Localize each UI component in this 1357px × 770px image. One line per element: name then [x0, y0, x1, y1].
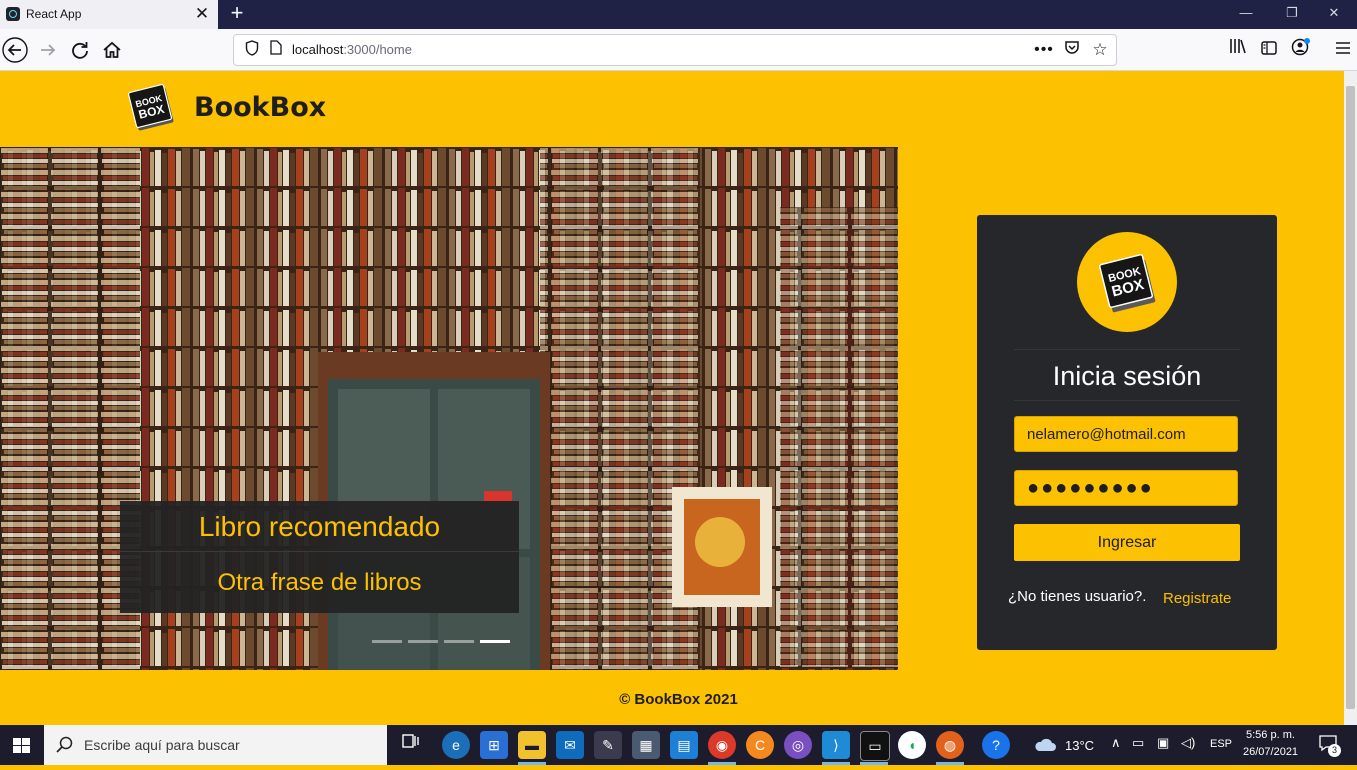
- caption-text: Otra frase de libros: [217, 569, 422, 596]
- search-placeholder: Escribe aquí para buscar: [84, 737, 240, 753]
- caption-title: Libro recomendado: [198, 511, 441, 542]
- new-tab-icon[interactable]: +: [226, 0, 248, 28]
- pocket-icon[interactable]: [1062, 40, 1082, 60]
- clock-time[interactable]: 5:56 p. m.: [1246, 729, 1295, 741]
- url-text[interactable]: localhost:3000/home: [292, 42, 412, 57]
- carousel-indicator-3[interactable]: [444, 640, 474, 643]
- react-favicon-icon: [6, 7, 20, 21]
- no-user-text: ¿No tienes usuario?.: [1008, 588, 1147, 605]
- brand-name[interactable]: BookBox: [194, 92, 326, 123]
- login-title: Inicia sesión: [1052, 361, 1202, 391]
- vscode-icon[interactable]: ⟩: [822, 731, 850, 759]
- reload-icon[interactable]: [67, 37, 93, 63]
- login-card: BOOK BOX Inicia sesión Ingresar ¿No tien…: [977, 215, 1277, 650]
- help-icon[interactable]: ?: [982, 731, 1010, 759]
- carousel-indicator-2[interactable]: [408, 640, 438, 643]
- weather-icon[interactable]: [1033, 736, 1057, 757]
- restore-icon[interactable]: ❐: [1269, 0, 1315, 28]
- more-icon[interactable]: •••: [1034, 40, 1054, 60]
- carousel-indicator-1[interactable]: [372, 640, 402, 643]
- mongodb-compass-icon[interactable]: ◖: [898, 731, 926, 759]
- battery-icon[interactable]: ▭: [1132, 735, 1144, 751]
- carousel-caption: Libro recomendado Otra frase de libros: [120, 501, 519, 613]
- bookmark-star-icon[interactable]: ☆: [1090, 40, 1110, 60]
- back-icon[interactable]: [2, 37, 28, 63]
- github-desktop-icon[interactable]: ◎: [784, 731, 812, 759]
- taskbar-search-box[interactable]: Escribe aquí para buscar: [44, 725, 387, 765]
- caption-divider: [120, 551, 519, 552]
- volume-icon[interactable]: ◁): [1181, 735, 1195, 751]
- mail-icon[interactable]: ✉: [556, 731, 584, 759]
- ccleaner-icon[interactable]: C: [746, 731, 774, 759]
- sidebar-icon[interactable]: [1256, 37, 1282, 63]
- windows-taskbar: Escribe aquí para buscar e ⊞ ▬ ✉ ✎ ▦ ▤ ◉…: [0, 725, 1357, 765]
- scrollbar-thumb[interactable]: [1346, 86, 1355, 709]
- edge-icon[interactable]: e: [442, 731, 470, 759]
- shield-icon[interactable]: [242, 40, 262, 60]
- page-icon[interactable]: [266, 40, 286, 60]
- account-icon[interactable]: [1288, 37, 1314, 63]
- browser-tab[interactable]: React App ✕: [0, 0, 218, 29]
- home-icon[interactable]: [99, 37, 125, 63]
- tab-close-icon[interactable]: ✕: [193, 4, 211, 24]
- library-icon[interactable]: [1225, 37, 1251, 63]
- tray-chevron-up-icon[interactable]: ∧: [1111, 735, 1121, 751]
- forward-icon[interactable]: [35, 37, 61, 63]
- store-icon[interactable]: ⊞: [480, 731, 508, 759]
- email-field[interactable]: [1014, 416, 1238, 452]
- search-icon: [56, 736, 74, 759]
- login-button[interactable]: Ingresar: [1014, 524, 1240, 561]
- book-carousel[interactable]: Libro recomendado Otra frase de libros: [0, 147, 898, 670]
- footer-copyright: © BookBox 2021: [619, 691, 738, 708]
- windows-start-icon[interactable]: [0, 725, 44, 765]
- file-explorer-icon[interactable]: ▬: [518, 731, 546, 759]
- notification-icon[interactable]: 3: [1318, 734, 1342, 757]
- login-logo: BOOK BOX: [1077, 232, 1177, 332]
- network-icon[interactable]: ▣: [1157, 735, 1169, 751]
- firefox-icon[interactable]: ◍: [936, 731, 964, 759]
- window-close-icon[interactable]: ✕: [1311, 0, 1357, 28]
- input-language[interactable]: ESP: [1210, 738, 1232, 750]
- menu-icon[interactable]: [1330, 37, 1356, 63]
- browser-toolbar: localhost:3000/home ••• ☆: [0, 29, 1357, 71]
- calendar-icon[interactable]: ▤: [670, 731, 698, 759]
- url-bar[interactable]: localhost:3000/home ••• ☆: [233, 34, 1117, 66]
- weather-temperature[interactable]: 13°C: [1065, 738, 1094, 753]
- terminal-icon[interactable]: ▭: [860, 731, 890, 761]
- clock-date[interactable]: 26/07/2021: [1243, 746, 1298, 758]
- paint-icon[interactable]: ✎: [594, 731, 622, 759]
- register-link[interactable]: Registrate: [1163, 590, 1231, 607]
- password-field[interactable]: [1014, 470, 1238, 506]
- calculator-icon[interactable]: ▦: [632, 731, 660, 759]
- notification-count: 3: [1328, 744, 1341, 757]
- task-view-icon[interactable]: [396, 731, 424, 759]
- carousel-indicator-4[interactable]: [480, 640, 510, 643]
- login-title-box: Inicia sesión: [1014, 349, 1240, 401]
- minimize-icon[interactable]: —: [1223, 0, 1269, 28]
- chrome-icon[interactable]: ◉: [708, 731, 736, 759]
- bookbox-logo[interactable]: BOOK BOX: [128, 84, 174, 131]
- tab-title: React App: [26, 7, 82, 21]
